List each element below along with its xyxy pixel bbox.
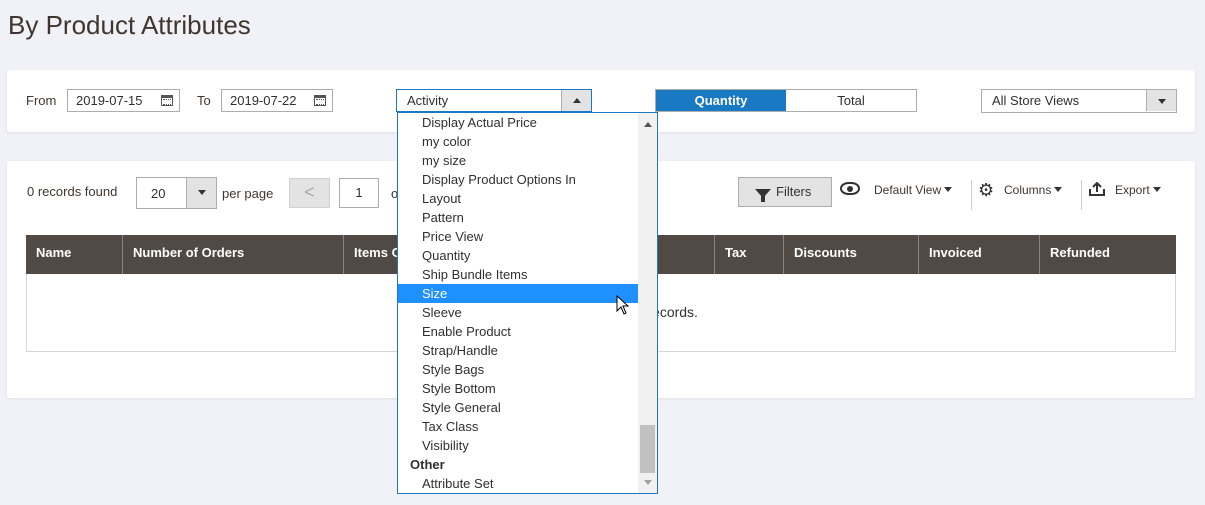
- default-view-label: Default View: [874, 183, 942, 197]
- per-page-select[interactable]: 20: [136, 177, 217, 209]
- dropdown-scrollbar[interactable]: [638, 113, 657, 493]
- column-header-discounts[interactable]: Discounts: [784, 235, 919, 274]
- to-label: To: [197, 93, 211, 108]
- dropdown-option[interactable]: Style Bottom: [398, 379, 638, 398]
- dropdown-option-selected[interactable]: Size: [398, 284, 638, 303]
- filters-button[interactable]: Filters: [738, 177, 832, 207]
- prev-page-button[interactable]: <: [289, 178, 330, 208]
- chevron-down-icon: [198, 190, 206, 195]
- per-page-value: 20: [151, 186, 166, 201]
- caret-down-icon: [1152, 187, 1161, 192]
- export-button[interactable]: Export: [1115, 183, 1161, 197]
- dropdown-option[interactable]: Sleeve: [398, 303, 638, 322]
- caret-down-icon: [944, 187, 953, 192]
- eye-icon[interactable]: [840, 182, 860, 195]
- dropdown-option[interactable]: Visibility: [398, 436, 638, 455]
- column-header-refunded[interactable]: Refunded: [1040, 235, 1176, 274]
- attribute-select-value: Activity: [407, 93, 449, 108]
- total-toggle-button[interactable]: Total: [786, 90, 916, 111]
- dropdown-option[interactable]: Strap/Handle: [398, 341, 638, 360]
- dropdown-group-label: Other: [410, 457, 445, 472]
- caret-down-icon: [1054, 187, 1063, 192]
- mouse-cursor-icon: [616, 295, 629, 315]
- calendar-icon[interactable]: [314, 95, 326, 106]
- from-date-field[interactable]: 2019-07-15: [67, 89, 180, 112]
- store-view-toggle[interactable]: [1146, 90, 1176, 111]
- funnel-icon: [755, 189, 771, 202]
- dropdown-option[interactable]: Price View: [398, 227, 638, 246]
- chevron-up-icon: [573, 98, 581, 103]
- default-view-button[interactable]: Default View: [874, 183, 953, 197]
- per-page-label: per page: [222, 186, 274, 201]
- from-label: From: [26, 93, 57, 108]
- dropdown-option[interactable]: my size: [398, 151, 638, 170]
- calendar-icon[interactable]: [161, 95, 173, 106]
- divider: [1081, 180, 1082, 210]
- to-date-value: 2019-07-22: [230, 93, 297, 108]
- attribute-select-toggle[interactable]: [561, 90, 591, 111]
- gear-icon[interactable]: ⚙: [978, 181, 994, 199]
- dropdown-option[interactable]: Display Actual Price: [398, 113, 638, 132]
- columns-button[interactable]: Columns: [1004, 183, 1063, 197]
- dropdown-option[interactable]: Quantity: [398, 246, 638, 265]
- dropdown-option[interactable]: Display Product Options In: [398, 170, 638, 189]
- column-header-tax[interactable]: Tax: [715, 235, 784, 274]
- dropdown-options: Display Actual Price my color my size Di…: [398, 113, 638, 493]
- dropdown-option[interactable]: Pattern: [398, 208, 638, 227]
- quantity-total-toggle: Quantity Total: [655, 89, 917, 112]
- column-header-number-of-orders[interactable]: Number of Orders: [123, 235, 344, 274]
- quantity-toggle-button[interactable]: Quantity: [656, 90, 786, 111]
- dropdown-option[interactable]: Style General: [398, 398, 638, 417]
- export-icon[interactable]: [1089, 182, 1105, 196]
- store-view-value: All Store Views: [992, 93, 1080, 108]
- store-view-select[interactable]: All Store Views: [981, 89, 1177, 113]
- filters-button-label: Filters: [776, 184, 812, 199]
- scrollbar-thumb[interactable]: [640, 425, 655, 473]
- records-found: 0 records found: [27, 184, 118, 199]
- dropdown-option[interactable]: Tax Class: [398, 417, 638, 436]
- from-date-value: 2019-07-15: [76, 93, 143, 108]
- divider: [971, 180, 972, 210]
- attribute-select[interactable]: Activity: [396, 89, 592, 112]
- dropdown-option[interactable]: Ship Bundle Items: [398, 265, 638, 284]
- columns-label: Columns: [1004, 183, 1052, 197]
- scroll-up-icon[interactable]: [644, 122, 652, 127]
- scroll-down-icon[interactable]: [644, 480, 652, 485]
- column-header-name[interactable]: Name: [26, 235, 123, 274]
- dropdown-option[interactable]: Style Bags: [398, 360, 638, 379]
- dropdown-option[interactable]: Attribute Set: [398, 474, 638, 493]
- dropdown-option[interactable]: Enable Product: [398, 322, 638, 341]
- per-page-toggle[interactable]: [186, 178, 216, 208]
- page-number-input[interactable]: 1: [339, 178, 379, 208]
- page-title: By Product Attributes: [8, 10, 251, 40]
- to-date-field[interactable]: 2019-07-22: [221, 89, 333, 112]
- export-label: Export: [1115, 183, 1150, 197]
- column-header-invoiced[interactable]: Invoiced: [919, 235, 1040, 274]
- chevron-down-icon: [1158, 99, 1166, 104]
- dropdown-option[interactable]: Layout: [398, 189, 638, 208]
- dropdown-option[interactable]: my color: [398, 132, 638, 151]
